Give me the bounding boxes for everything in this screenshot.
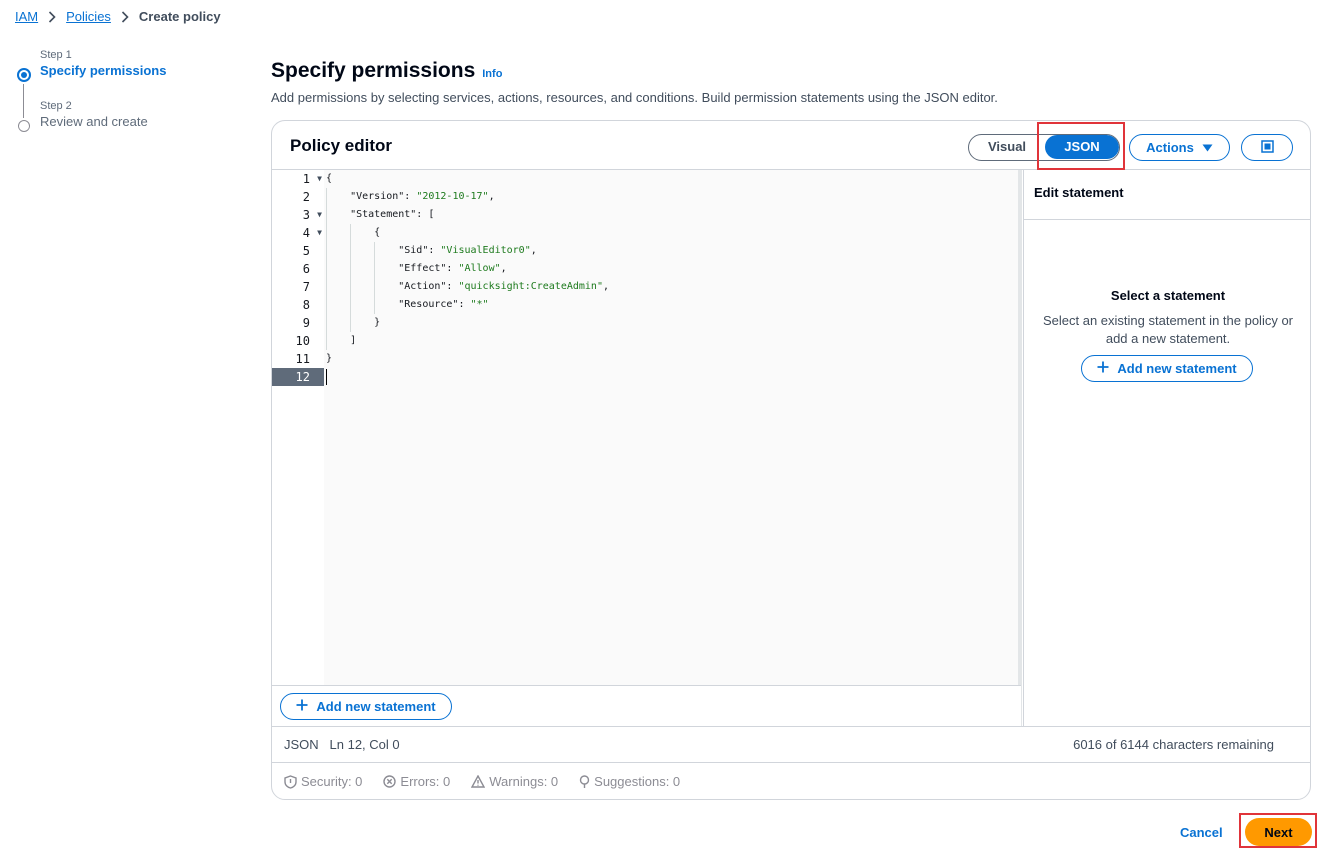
lightbulb-icon <box>579 774 590 788</box>
add-new-statement-button[interactable]: Add new statement <box>280 693 452 720</box>
errors-count-label: Errors: 0 <box>400 774 451 789</box>
breadcrumb-policies-link[interactable]: Policies <box>66 9 111 24</box>
plus-icon <box>1097 361 1109 376</box>
line-number: 2 <box>302 190 310 204</box>
cursor-position: Ln 12, Col 0 <box>329 737 400 752</box>
breadcrumb-current: Create policy <box>138 9 221 24</box>
policy-editor-title: Policy editor <box>290 136 393 155</box>
editor-status-bar: JSON Ln 12, Col 0 6016 of 6144 character… <box>272 726 1310 763</box>
side-add-new-statement-button[interactable]: Add new statement <box>1081 355 1253 382</box>
step-pending-icon <box>18 120 30 132</box>
code-line: "Version": "2012-10-17", <box>350 191 495 202</box>
edit-statement-panel: Edit statement Select a statement Select… <box>1023 170 1310 726</box>
line-number: 6 <box>302 262 310 276</box>
add-statement-row: Add new statement <box>272 685 1021 727</box>
line-number: 8 <box>302 298 310 312</box>
side-add-new-statement-label: Add new statement <box>1117 361 1237 376</box>
page-title: Specify permissions Info <box>271 59 502 83</box>
actions-dropdown[interactable]: Actions <box>1129 134 1230 161</box>
line-number: 5 <box>302 244 310 258</box>
page-title-text: Specify permissions <box>271 59 476 82</box>
empty-state-description-line-1: Select an existing statement in the poli… <box>1042 313 1294 328</box>
code-line: } <box>326 353 333 364</box>
wizard-steps: Step 1 Specify permissions Step 2 Review… <box>15 48 245 132</box>
step-review-and-create: Step 2 Review and create <box>15 99 245 132</box>
error-icon <box>383 775 397 788</box>
step-number: Step 1 <box>40 49 72 61</box>
editor-splitter[interactable] <box>1018 170 1022 726</box>
line-number: 10 <box>295 334 310 348</box>
policy-editor-header: Policy editor Visual JSON Actions <box>272 121 1310 170</box>
info-link[interactable]: Info <box>482 68 502 80</box>
line-number[interactable]: 4 <box>272 224 324 242</box>
code-line: ] <box>326 335 357 346</box>
code-line: { <box>326 173 333 184</box>
empty-state-title: Select a statement <box>1110 288 1226 303</box>
edit-statement-heading: Edit statement <box>1024 170 1310 220</box>
step-number: Step 2 <box>40 100 72 112</box>
step-specify-permissions[interactable]: Step 1 Specify permissions <box>15 48 245 99</box>
add-new-statement-label: Add new statement <box>316 699 436 714</box>
json-tab-highlight <box>1037 122 1125 170</box>
page-description: Add permissions by selecting services, a… <box>271 90 998 105</box>
warnings-count[interactable]: Warnings: 0 <box>471 774 558 789</box>
code-line: } <box>326 317 381 328</box>
line-number[interactable]: 1 <box>272 170 324 188</box>
plus-icon <box>296 699 308 714</box>
line-number[interactable]: 3 <box>272 206 324 224</box>
suggestions-count-label: Suggestions: 0 <box>594 774 681 789</box>
line-number-gutter: 1 2 3 4 5 6 7 8 9 10 11 12 <box>272 170 324 686</box>
line-number: 11 <box>295 352 310 366</box>
errors-count[interactable]: Errors: 0 <box>383 774 450 789</box>
policy-editor-card: Policy editor Visual JSON Actions 1 2 3 … <box>271 120 1311 800</box>
caret-down-icon <box>1202 140 1213 155</box>
code-line: "Resource": "*" <box>398 299 489 310</box>
breadcrumb-iam-link[interactable]: IAM <box>15 9 38 24</box>
line-number: 9 <box>302 316 310 330</box>
fullscreen-icon <box>1260 139 1274 156</box>
text-cursor <box>326 369 327 385</box>
breadcrumb: IAM Policies Create policy <box>15 9 221 24</box>
actions-label: Actions <box>1146 140 1194 155</box>
editor-mode: JSON <box>284 737 319 752</box>
step-title: Specify permissions <box>40 63 167 78</box>
line-number: 7 <box>302 280 310 294</box>
warnings-count-label: Warnings: 0 <box>489 774 559 789</box>
empty-state-description-line-2: add a new statement. <box>1105 331 1231 346</box>
empty-state-description: Select an existing statement in the poli… <box>1024 312 1310 348</box>
json-code-editor[interactable]: 1 2 3 4 5 6 7 8 9 10 11 12 { "Version": … <box>272 170 1021 686</box>
chevron-right-icon <box>48 10 56 23</box>
empty-statement-state: Select a statement Select an existing st… <box>1024 288 1310 348</box>
security-count-label: Security: 0 <box>301 774 363 789</box>
cancel-button[interactable]: Cancel <box>1180 825 1223 840</box>
current-line-number: 12 <box>272 368 324 386</box>
security-count[interactable]: Security: 0 <box>284 774 362 789</box>
code-line: { <box>326 227 381 238</box>
editor-status-left: JSON Ln 12, Col 0 <box>284 737 400 752</box>
visual-tab[interactable]: Visual <box>969 135 1045 159</box>
shield-icon <box>284 774 297 789</box>
code-line: "Effect": "Allow", <box>398 263 507 274</box>
warning-icon <box>471 775 486 788</box>
characters-remaining: 6016 of 6144 characters remaining <box>1073 737 1274 752</box>
fullscreen-button[interactable] <box>1241 134 1293 161</box>
step-active-icon <box>17 68 31 82</box>
chevron-right-icon <box>121 10 129 23</box>
suggestions-count[interactable]: Suggestions: 0 <box>579 774 680 789</box>
code-line: "Sid": "VisualEditor0", <box>398 245 537 256</box>
code-line: "Statement": [ <box>326 209 435 220</box>
validation-counts: Security: 0 Errors: 0 Warnings: 0 Sugges… <box>284 774 680 789</box>
step-title: Review and create <box>40 114 148 129</box>
code-line: "Action": "quicksight:CreateAdmin", <box>398 281 609 292</box>
next-button[interactable]: Next <box>1245 818 1312 846</box>
